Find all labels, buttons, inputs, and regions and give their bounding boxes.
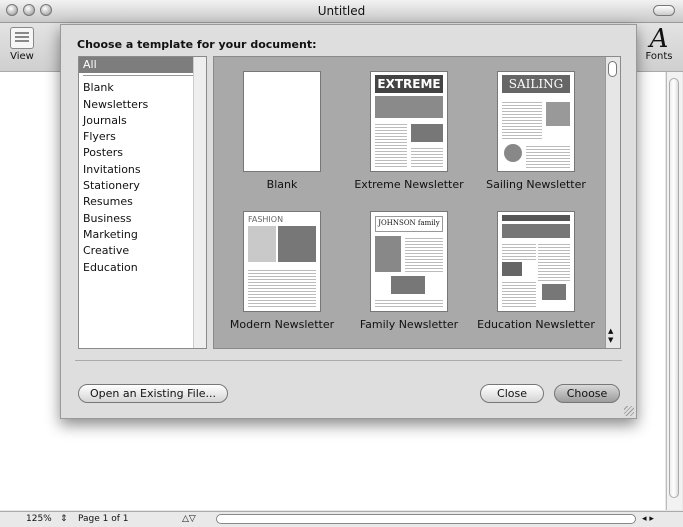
zoom-level[interactable]: 125% <box>26 514 52 524</box>
choose-button[interactable]: Choose <box>554 384 620 403</box>
template-label: Extreme Newsletter <box>354 178 464 191</box>
category-item-marketing[interactable]: Marketing <box>79 227 206 243</box>
template-thumbnail: SAILING <box>497 71 575 172</box>
category-item-education[interactable]: Education <box>79 260 206 276</box>
template-tile-education-newsletter[interactable]: Education Newsletter <box>476 211 596 331</box>
window-title: Untitled <box>317 4 366 18</box>
template-tile-extreme-newsletter[interactable]: EXTREME Extreme Newsletter <box>349 71 469 191</box>
category-item-blank[interactable]: Blank <box>79 80 206 96</box>
fonts-label: Fonts <box>645 51 673 62</box>
template-chooser-sheet: Choose a template for your document: All… <box>60 24 637 419</box>
title-bar: Untitled <box>0 0 683 23</box>
scroll-left-right-icon[interactable]: ◂ ▸ <box>642 514 654 524</box>
template-label: Sailing Newsletter <box>486 178 586 191</box>
thumbnail-masthead: JOHNSON family <box>375 216 443 232</box>
template-tile-family-newsletter[interactable]: JOHNSON family Family Newsletter <box>349 211 469 331</box>
resize-grip-icon[interactable] <box>624 406 634 416</box>
thumbnail-masthead: FASHION <box>248 215 284 224</box>
template-thumbnail <box>497 211 575 312</box>
close-button[interactable]: Close <box>480 384 544 403</box>
template-label: Family Newsletter <box>359 318 459 331</box>
scroll-arrows-icon[interactable]: ▲ ▼ <box>608 327 613 345</box>
template-label: Modern Newsletter <box>229 318 335 331</box>
template-tile-blank[interactable]: Blank <box>222 71 342 191</box>
category-item-posters[interactable]: Posters <box>79 145 206 161</box>
view-icon <box>10 27 34 49</box>
page-indicator: Page 1 of 1 <box>78 514 129 524</box>
template-tile-modern-newsletter[interactable]: FASHION Modern Newsletter <box>222 211 342 331</box>
view-label: View <box>10 51 34 62</box>
template-grid: Blank EXTREME Extreme Newsletter SAILING <box>213 56 621 349</box>
sheet-title: Choose a template for your document: <box>77 38 317 51</box>
category-divider <box>83 75 202 77</box>
divider <box>75 360 622 361</box>
template-thumbnail: JOHNSON family <box>370 211 448 312</box>
vertical-scrollbar[interactable] <box>666 72 682 510</box>
fonts-button[interactable]: A Fonts <box>640 24 678 62</box>
template-label: Education Newsletter <box>477 318 595 331</box>
category-list[interactable]: All Blank Newsletters Journals Flyers Po… <box>78 56 207 349</box>
category-item-flyers[interactable]: Flyers <box>79 129 206 145</box>
thumbnail-masthead: EXTREME <box>377 77 441 91</box>
category-item-resumes[interactable]: Resumes <box>79 194 206 210</box>
category-item-journals[interactable]: Journals <box>79 113 206 129</box>
view-button[interactable]: View <box>4 27 40 62</box>
status-bar: 125% ⇕ Page 1 of 1 △▽ ◂ ▸ <box>0 511 683 527</box>
fonts-icon: A <box>649 24 669 54</box>
category-item-creative[interactable]: Creative <box>79 243 206 259</box>
template-thumbnail <box>243 71 321 172</box>
category-item-newsletters[interactable]: Newsletters <box>79 97 206 113</box>
category-item-business[interactable]: Business <box>79 211 206 227</box>
template-tile-sailing-newsletter[interactable]: SAILING Sailing Newsletter <box>476 71 596 191</box>
template-thumbnail: EXTREME <box>370 71 448 172</box>
template-grid-scrollbar[interactable]: ▲ ▼ <box>605 57 620 348</box>
category-list-scrollbar[interactable] <box>193 57 206 348</box>
category-item-stationery[interactable]: Stationery <box>79 178 206 194</box>
page-up-down-icon[interactable]: △▽ <box>182 514 196 524</box>
horizontal-scrollbar[interactable] <box>216 514 636 524</box>
thumbnail-masthead: SAILING <box>508 77 564 91</box>
category-item-all[interactable]: All <box>79 57 206 74</box>
category-item-invitations[interactable]: Invitations <box>79 162 206 178</box>
open-existing-file-button[interactable]: Open an Existing File... <box>78 384 228 403</box>
template-thumbnail: FASHION <box>243 211 321 312</box>
template-grid-scroll-thumb[interactable] <box>608 61 617 77</box>
template-label: Blank <box>266 178 298 191</box>
toolbar-toggle-button[interactable] <box>653 5 675 16</box>
vertical-scroll-thumb[interactable] <box>669 78 679 498</box>
zoom-stepper-icon[interactable]: ⇕ <box>60 514 68 524</box>
